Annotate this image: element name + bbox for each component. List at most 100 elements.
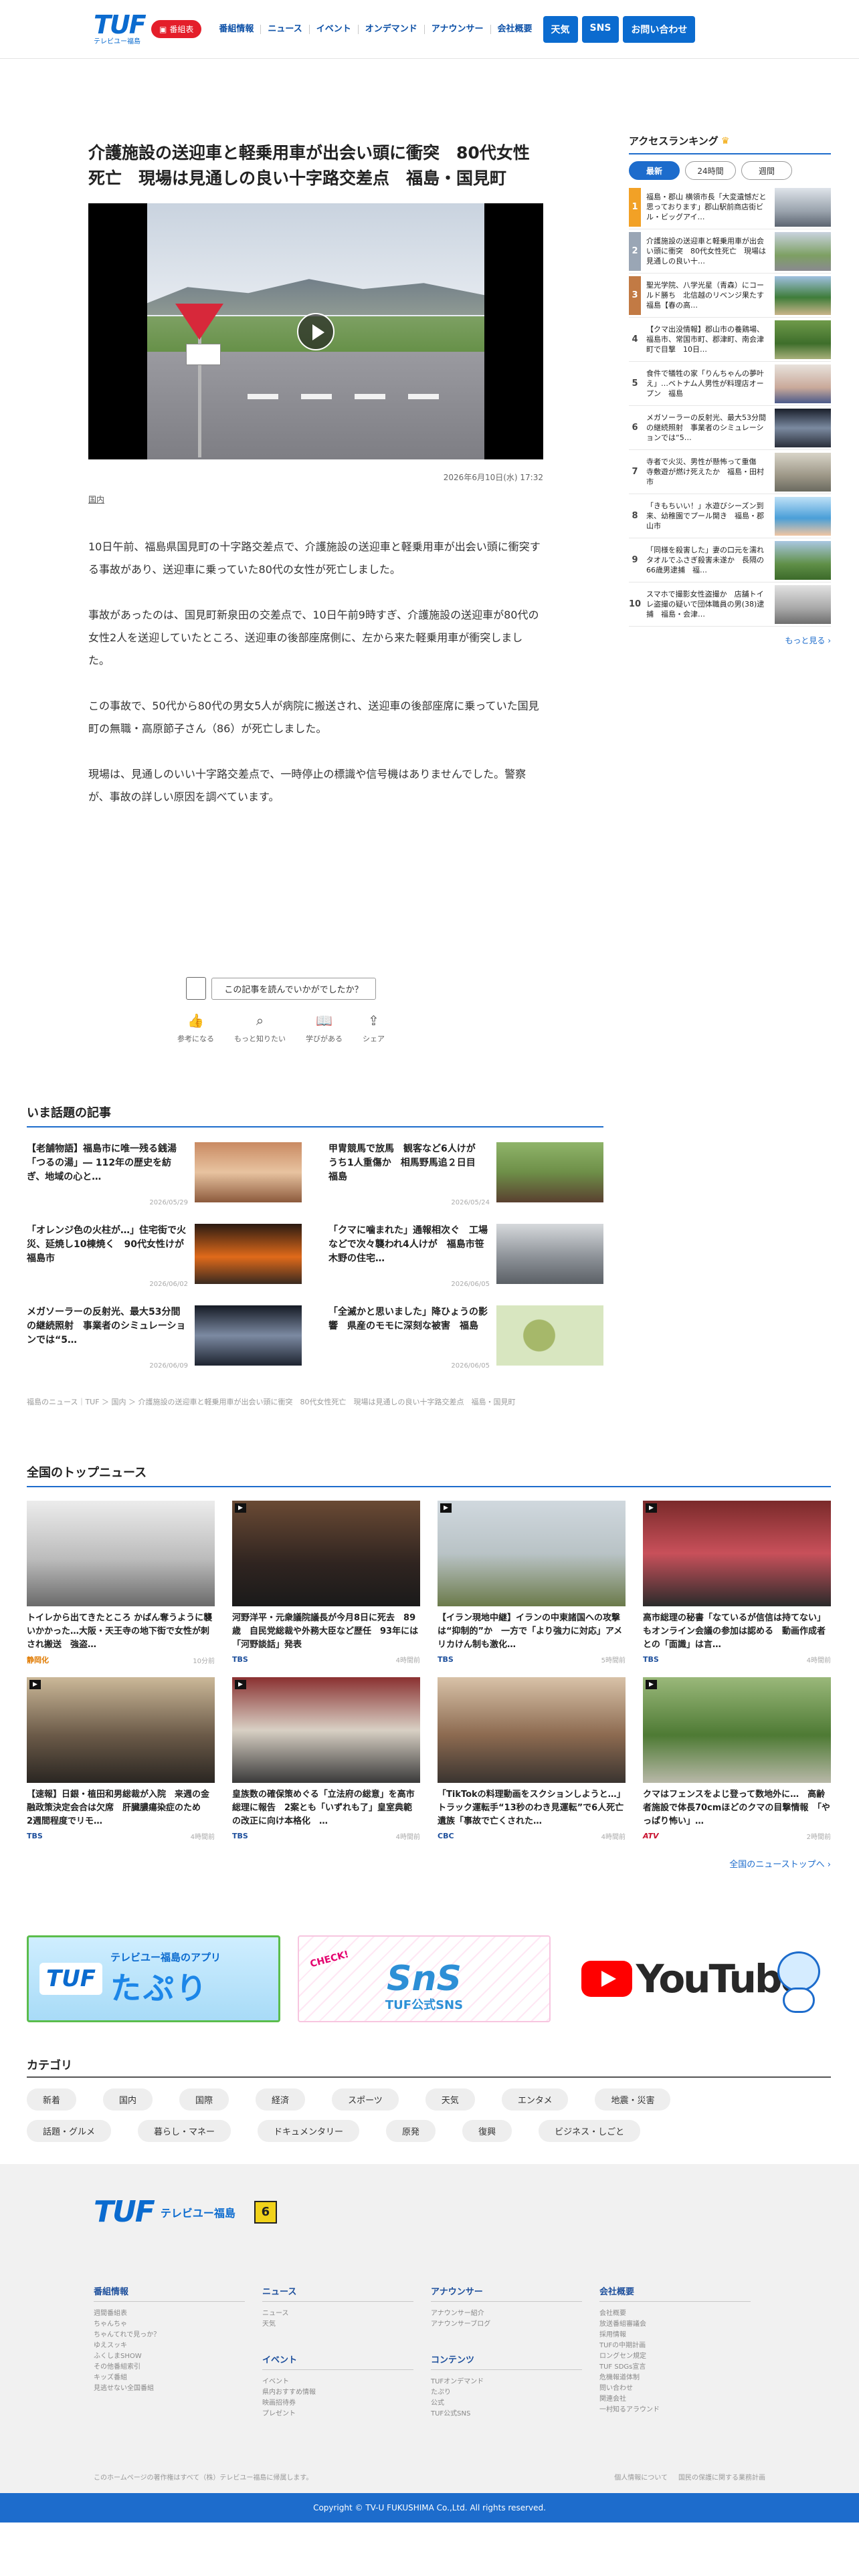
national-news-item[interactable]: ▶ 高市総理の秘書「なているが信信は持てない」もオンライン会議の参加は認める 動画… — [643, 1501, 831, 1665]
national-news-item[interactable]: ▶ クマはフェンスをよじ登って数地外に… 高齢者施設で体長70cmほどのクマの目撃… — [643, 1677, 831, 1841]
nav-program-info[interactable]: 番組情報 — [212, 24, 262, 34]
ranking-item[interactable]: 5 食件で犠牲の家「りんちゃんの夢叶え」…ベトナム人男性が料理店オープン 福島 — [629, 362, 831, 406]
reaction-helpful-button[interactable]: 👍 参考になる — [177, 1012, 214, 1044]
footer-link[interactable]: ちゃんちゃ — [94, 2319, 245, 2330]
ranking-item[interactable]: 9 「同様を殺害した」妻の口元を濡れタオルでふさぎ殺害未遂か 長隔の66歳男逮捕 … — [629, 538, 831, 582]
footer-link[interactable]: TUFの中期計画 — [599, 2341, 751, 2351]
hot-topic-item[interactable]: 「クマに噛まれた」通報相次ぐ 工場などで次々襲われ4人けが 福島市笹木野の住宅…… — [328, 1224, 603, 1288]
footer-link[interactable]: 関連会社 — [599, 2394, 751, 2405]
category-chip[interactable]: 国際 — [179, 2088, 229, 2111]
footer-col-heading[interactable]: ニュース — [262, 2284, 413, 2302]
category-chip[interactable]: 国内 — [103, 2088, 153, 2111]
footer-link[interactable]: 一村知るアラウンド — [599, 2405, 751, 2416]
nav-company[interactable]: 会社概要 — [491, 24, 539, 34]
article-category-tag[interactable]: 国内 — [88, 494, 104, 505]
hot-topic-item[interactable]: メガソーラーの反射光、最大53分間の継続照射 事業者のシミュレーションでは“5…… — [27, 1305, 302, 1370]
footer-link[interactable]: 公式 — [431, 2398, 582, 2409]
ranking-item[interactable]: 7 寺者で火災、男性が懸怖って重傷 寺敷遊が燃け死えたか 福島・田村市 — [629, 450, 831, 494]
nav-news[interactable]: ニュース — [261, 24, 310, 34]
footer-link[interactable]: プレゼント — [262, 2409, 413, 2420]
nav-announcer[interactable]: アナウンサー — [425, 24, 491, 34]
footer-col-heading[interactable]: 会社概要 — [599, 2284, 751, 2302]
reaction-learn-button[interactable]: 📖 学びがある — [306, 1012, 343, 1044]
footer-link[interactable]: 問い合わせ — [599, 2383, 751, 2394]
ranking-item[interactable]: 6 メガソーラーの反射光、最大53分間の継続照射 事業者のシミュレーションでは“5… — [629, 406, 831, 450]
footer-link[interactable]: アナウンサー紹介 — [431, 2309, 582, 2319]
tab-weekly[interactable]: 週間 — [741, 161, 792, 180]
category-chip[interactable]: ドキュメンタリー — [258, 2120, 360, 2142]
nav-ondemand[interactable]: オンデマンド — [359, 24, 425, 34]
footer-col-heading[interactable]: イベント — [262, 2353, 413, 2370]
tab-24h[interactable]: 24時間 — [685, 161, 736, 180]
weather-button[interactable]: 天気 — [543, 15, 578, 43]
footer-link[interactable]: 採用情報 — [599, 2330, 751, 2341]
tab-latest[interactable]: 最新 — [629, 161, 680, 180]
ranking-item[interactable]: 4 【クマ出没情報】郡山市の養鶏場、福島市、常国市町、郡津町、南会津町で目撃 10… — [629, 318, 831, 362]
reaction-know-more-button[interactable]: ⌕ もっと知りたい — [234, 1012, 286, 1044]
footer-link[interactable]: ニュース — [262, 2309, 413, 2319]
category-chip[interactable]: 復興 — [462, 2120, 512, 2142]
hot-topic-item[interactable]: 【老舗物語】福島市に唯一残る銭湯「つるの湯」― 112年の歴史を紡ぎ、地域の心と… — [27, 1142, 302, 1206]
footer-col-heading[interactable]: アナウンサー — [431, 2284, 582, 2302]
footer-link[interactable]: 映画招待券 — [262, 2398, 413, 2409]
play-icon[interactable] — [297, 312, 335, 350]
ranking-more-link[interactable]: もっと見る › — [629, 635, 831, 646]
hot-topic-item[interactable]: 「オレンジ色の火柱が…」住宅街で火災、延焼し10棟焼く 90代女性けが 福島市 2… — [27, 1224, 302, 1288]
footer-link[interactable]: アナウンサーブログ — [431, 2319, 582, 2330]
footer-link[interactable]: 週間番組表 — [94, 2309, 245, 2319]
site-logo[interactable]: TUF テレビユー福島 — [94, 12, 147, 45]
category-chip[interactable]: 経済 — [256, 2088, 306, 2111]
national-news-item[interactable]: トイレから出てきたところ かばん奪うように襲いかかった…大阪・天王寺の地下街で女… — [27, 1501, 215, 1665]
category-chip[interactable]: 新着 — [27, 2088, 77, 2111]
footer-link[interactable]: 放送番組審議会 — [599, 2319, 751, 2330]
footer-link[interactable]: 危機報道体制 — [599, 2373, 751, 2383]
national-news-item[interactable]: ▶ 皇族数の確保策めぐる「立法府の総意」を高市総理に報告 2案とも「いずれも了」皇… — [232, 1677, 420, 1841]
youtube-banner[interactable]: YouTube — [567, 1935, 831, 2022]
nav-event[interactable]: イベント — [310, 24, 359, 34]
footer-link[interactable]: ロングセン規定 — [599, 2351, 751, 2362]
footer-link[interactable]: その他番組索引 — [94, 2362, 245, 2373]
footer-link[interactable]: 県内おすすめ情報 — [262, 2387, 413, 2398]
footer-link[interactable]: キッズ番組 — [94, 2373, 245, 2383]
ranking-item[interactable]: 3 聖光学院、八学光星（青森）にコールド勝ち 北信越のリベンジ果たす 福島【春の高… — [629, 274, 831, 318]
footer-link[interactable]: イベント — [262, 2377, 413, 2387]
article-video-player[interactable] — [88, 203, 543, 459]
app-banner[interactable]: TUF テレビユー福島のアプリ たぷり — [27, 1935, 281, 2022]
footer-col-heading[interactable]: コンテンツ — [431, 2353, 582, 2370]
category-chip[interactable]: ビジネス・しごと — [539, 2120, 641, 2142]
footer-col-heading[interactable]: 番組情報 — [94, 2284, 245, 2302]
footer-link[interactable]: TUF公式SNS — [431, 2409, 582, 2420]
footer-link[interactable]: 見逃せない全国番組 — [94, 2383, 245, 2394]
category-chip[interactable]: エンタメ — [501, 2088, 569, 2111]
sns-banner[interactable]: CHECK! SnS TUF公式SNS — [298, 1935, 551, 2022]
national-news-item[interactable]: 「TikTokの料理動画をスクションしようと…」トラック運転手“13秒のわき見運… — [438, 1677, 626, 1841]
civil-protection-link[interactable]: 国民の保護に関する業務計画 — [678, 2472, 765, 2482]
national-news-more-link[interactable]: 全国のニューストップへ › — [27, 1857, 831, 1870]
hot-topic-item[interactable]: 「全滅かと思いました」降ひょうの影響 県産のモモに深刻な被害 福島 2026/06… — [328, 1305, 603, 1370]
footer-logo[interactable]: TUF テレビユー福島 6 — [94, 2195, 277, 2229]
category-chip[interactable]: スポーツ — [332, 2088, 399, 2111]
ranking-item[interactable]: 10 スマホで撮影女性盗撮か 店舗トイレ盗撮の疑いで団体職員の男(38)逮捕 福島… — [629, 582, 831, 627]
program-guide-button[interactable]: ▣ 番組表 — [151, 20, 202, 38]
share-button[interactable]: ⇪ シェア — [363, 1012, 385, 1044]
privacy-link[interactable]: 個人情報について — [614, 2472, 668, 2482]
footer-link[interactable]: 会社概要 — [599, 2309, 751, 2319]
footer-link[interactable]: TUF SDGs宣言 — [599, 2362, 751, 2373]
ranking-item[interactable]: 1 福島・郡山 横領市長「大変遺憾だと思っております」郡山駅前商店街ビル・ビッグア… — [629, 185, 831, 229]
footer-link[interactable]: TUFオンデマンド — [431, 2377, 582, 2387]
footer-link[interactable]: ゆえスッキ — [94, 2341, 245, 2351]
category-chip[interactable]: 原発 — [386, 2120, 436, 2142]
footer-link[interactable]: ふくしまSHOW — [94, 2351, 245, 2362]
footer-link[interactable]: たぷり — [431, 2387, 582, 2398]
national-news-item[interactable]: ▶ 【速報】日銀・植田和男総裁が入院 来週の金融政策決定会合は欠席 肝臓膿瘍染症の… — [27, 1677, 215, 1841]
ranking-item[interactable]: 2 介護施設の送迎車と軽乗用車が出会い頭に衝突 80代女性死亡 現場は見通しの良い… — [629, 229, 831, 274]
hot-topic-item[interactable]: 甲冑競馬で放馬 観客など6人けが うち1人重傷か 相馬野馬追２日目 福島 2026… — [328, 1142, 603, 1206]
category-chip[interactable]: 話題・グルメ — [27, 2120, 112, 2142]
footer-link[interactable]: 天気 — [262, 2319, 413, 2330]
category-chip[interactable]: 暮らし・マネー — [138, 2120, 231, 2142]
category-chip[interactable]: 天気 — [425, 2088, 475, 2111]
footer-link[interactable]: ちゃんてれで見っか？ — [94, 2330, 245, 2341]
national-news-item[interactable]: ▶ 河野洋平・元衆議院議長が今月8日に死去 89歳 自民党総裁や外務大臣など歴任 … — [232, 1501, 420, 1665]
category-chip[interactable]: 地震・災害 — [595, 2088, 671, 2111]
contact-button[interactable]: お問い合わせ — [623, 15, 696, 43]
